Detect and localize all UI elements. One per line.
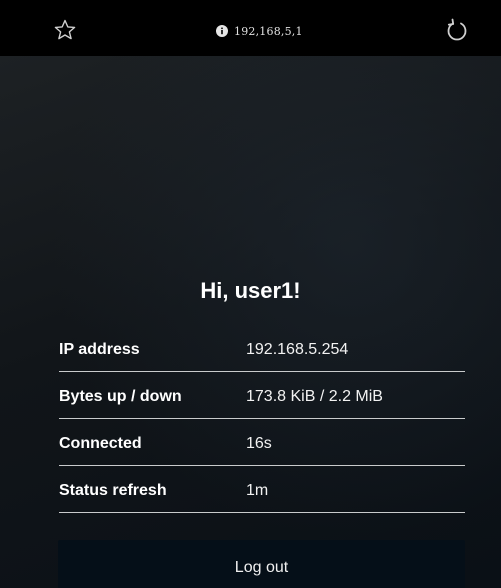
star-icon[interactable] <box>53 18 77 42</box>
address-bar[interactable]: 192,168,5,1 <box>216 23 303 39</box>
row-value: 192.168.5.254 <box>246 341 349 358</box>
captive-portal-page: Hi, user1! IP address 192.168.5.254 Byte… <box>0 56 501 588</box>
screen: 192,168,5,1 Hi, user1! IP address 192.16… <box>0 0 501 588</box>
row-label: Bytes up / down <box>59 388 182 405</box>
row-ip-address: IP address 192.168.5.254 <box>59 326 465 372</box>
url-text: 192,168,5,1 <box>234 24 303 38</box>
row-value: 1m <box>246 482 269 499</box>
row-status-refresh: Status refresh 1m <box>59 467 465 513</box>
greeting-heading: Hi, user1! <box>200 278 301 303</box>
logout-button[interactable]: Log out <box>58 540 465 588</box>
reload-icon[interactable] <box>444 17 470 43</box>
row-label: Status refresh <box>59 482 167 499</box>
status-table: IP address 192.168.5.254 Bytes up / down… <box>59 326 465 514</box>
info-icon[interactable] <box>216 25 228 37</box>
row-bytes: Bytes up / down 173.8 KiB / 2.2 MiB <box>59 373 465 419</box>
row-value: 16s <box>246 435 272 452</box>
row-label: Connected <box>59 435 142 452</box>
row-value: 173.8 KiB / 2.2 MiB <box>246 388 383 405</box>
browser-toolbar: 192,168,5,1 <box>0 0 501 56</box>
row-label: IP address <box>59 341 140 358</box>
row-connected: Connected 16s <box>59 420 465 466</box>
